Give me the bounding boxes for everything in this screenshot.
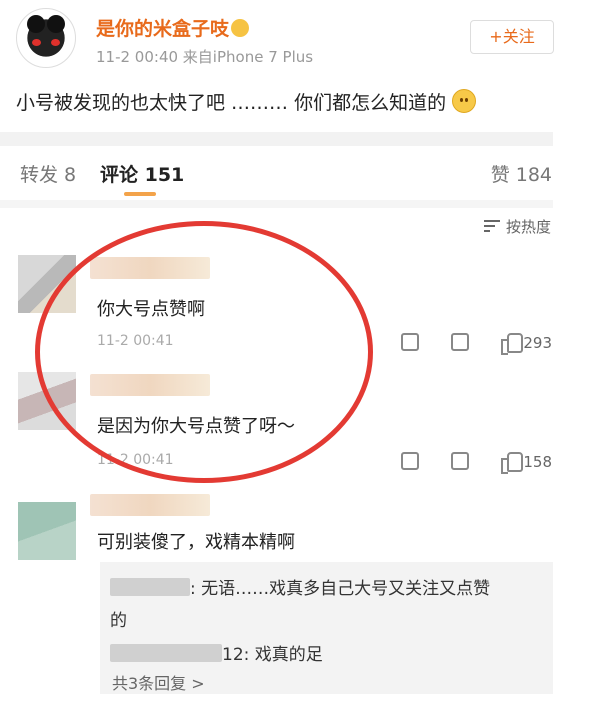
like-count: 293: [523, 334, 552, 352]
commenter-avatar[interactable]: [18, 372, 76, 430]
like-icon[interactable]: [501, 450, 524, 474]
share-icon[interactable]: [401, 333, 420, 351]
tab-bar: 转发 8 评论 151 赞 184: [0, 148, 560, 200]
post-meta: 11-2 00:40 来自iPhone 7 Plus: [96, 48, 314, 66]
commenter-avatar[interactable]: [18, 502, 76, 560]
tab-likes[interactable]: 赞 184: [491, 160, 552, 187]
username-text[interactable]: 是你的米盒子吱: [96, 18, 229, 40]
reply-username[interactable]: [110, 578, 190, 596]
reply-continuation: 的: [110, 611, 127, 631]
post-text: 小号被发现的也太快了吧 ……… 你们都怎么知道的: [16, 92, 447, 114]
reply-item[interactable]: : 无语……戏真多自己大号又关注又点赞: [110, 574, 490, 599]
more-replies-link[interactable]: 共3条回复 >: [112, 670, 205, 694]
comment-text: 是因为你大号点赞了呀～: [97, 416, 295, 437]
like-icon[interactable]: [501, 331, 524, 355]
avatar[interactable]: [16, 8, 76, 68]
comment-item: 你大号点赞啊 11-2 00:41 293: [0, 255, 560, 365]
avatar-cheek: [51, 39, 60, 46]
divider: [0, 200, 553, 208]
reply-text: 12: 戏真的足: [222, 645, 323, 665]
avatar-cheek: [32, 39, 41, 46]
sort-button[interactable]: 按热度: [483, 216, 551, 237]
reply-icon[interactable]: [451, 452, 470, 470]
commenter-name[interactable]: [90, 494, 210, 516]
username[interactable]: 是你的米盒子吱: [96, 14, 250, 41]
comment-text: 你大号点赞啊: [97, 299, 205, 320]
tab-repost[interactable]: 转发 8: [20, 160, 76, 187]
reply-text: : 无语……戏真多自己大号又关注又点赞: [190, 579, 491, 599]
avatar-ear: [47, 15, 65, 33]
reply-username[interactable]: [110, 644, 222, 662]
post-header: 是你的米盒子吱 11-2 00:40 来自iPhone 7 Plus +关注: [0, 0, 560, 80]
comment-time: 11-2 00:41: [97, 452, 174, 468]
follow-button[interactable]: +关注: [470, 20, 554, 54]
comment-time: 11-2 00:41: [97, 333, 174, 349]
replies-box: : 无语……戏真多自己大号又关注又点赞 的 12: 戏真的足 共3条回复 >: [100, 562, 553, 694]
comment-actions: 158: [401, 450, 552, 474]
share-icon[interactable]: [401, 452, 420, 470]
sort-icon: [483, 219, 502, 233]
comment-item: 是因为你大号点赞了呀～ 11-2 00:41 158: [0, 372, 560, 482]
reply-icon[interactable]: [451, 333, 470, 351]
tab-active-indicator: [124, 192, 156, 196]
avatar-ear: [27, 15, 45, 33]
divider: [0, 132, 553, 146]
comment-actions: 293: [401, 331, 552, 355]
tab-comments[interactable]: 评论 151: [100, 160, 184, 187]
comment-text: 可别装傻了，戏精本精啊: [97, 532, 295, 553]
smile-emoji-icon: [452, 89, 477, 113]
post-body: 小号被发现的也太快了吧 ……… 你们都怎么知道的: [16, 88, 477, 115]
commenter-name[interactable]: [90, 257, 210, 279]
emoji-icon: [231, 19, 250, 37]
reply-item[interactable]: 12: 戏真的足: [110, 640, 323, 665]
sort-label: 按热度: [505, 218, 551, 236]
commenter-name[interactable]: [90, 374, 210, 396]
commenter-avatar[interactable]: [18, 255, 76, 313]
like-count: 158: [523, 453, 552, 471]
